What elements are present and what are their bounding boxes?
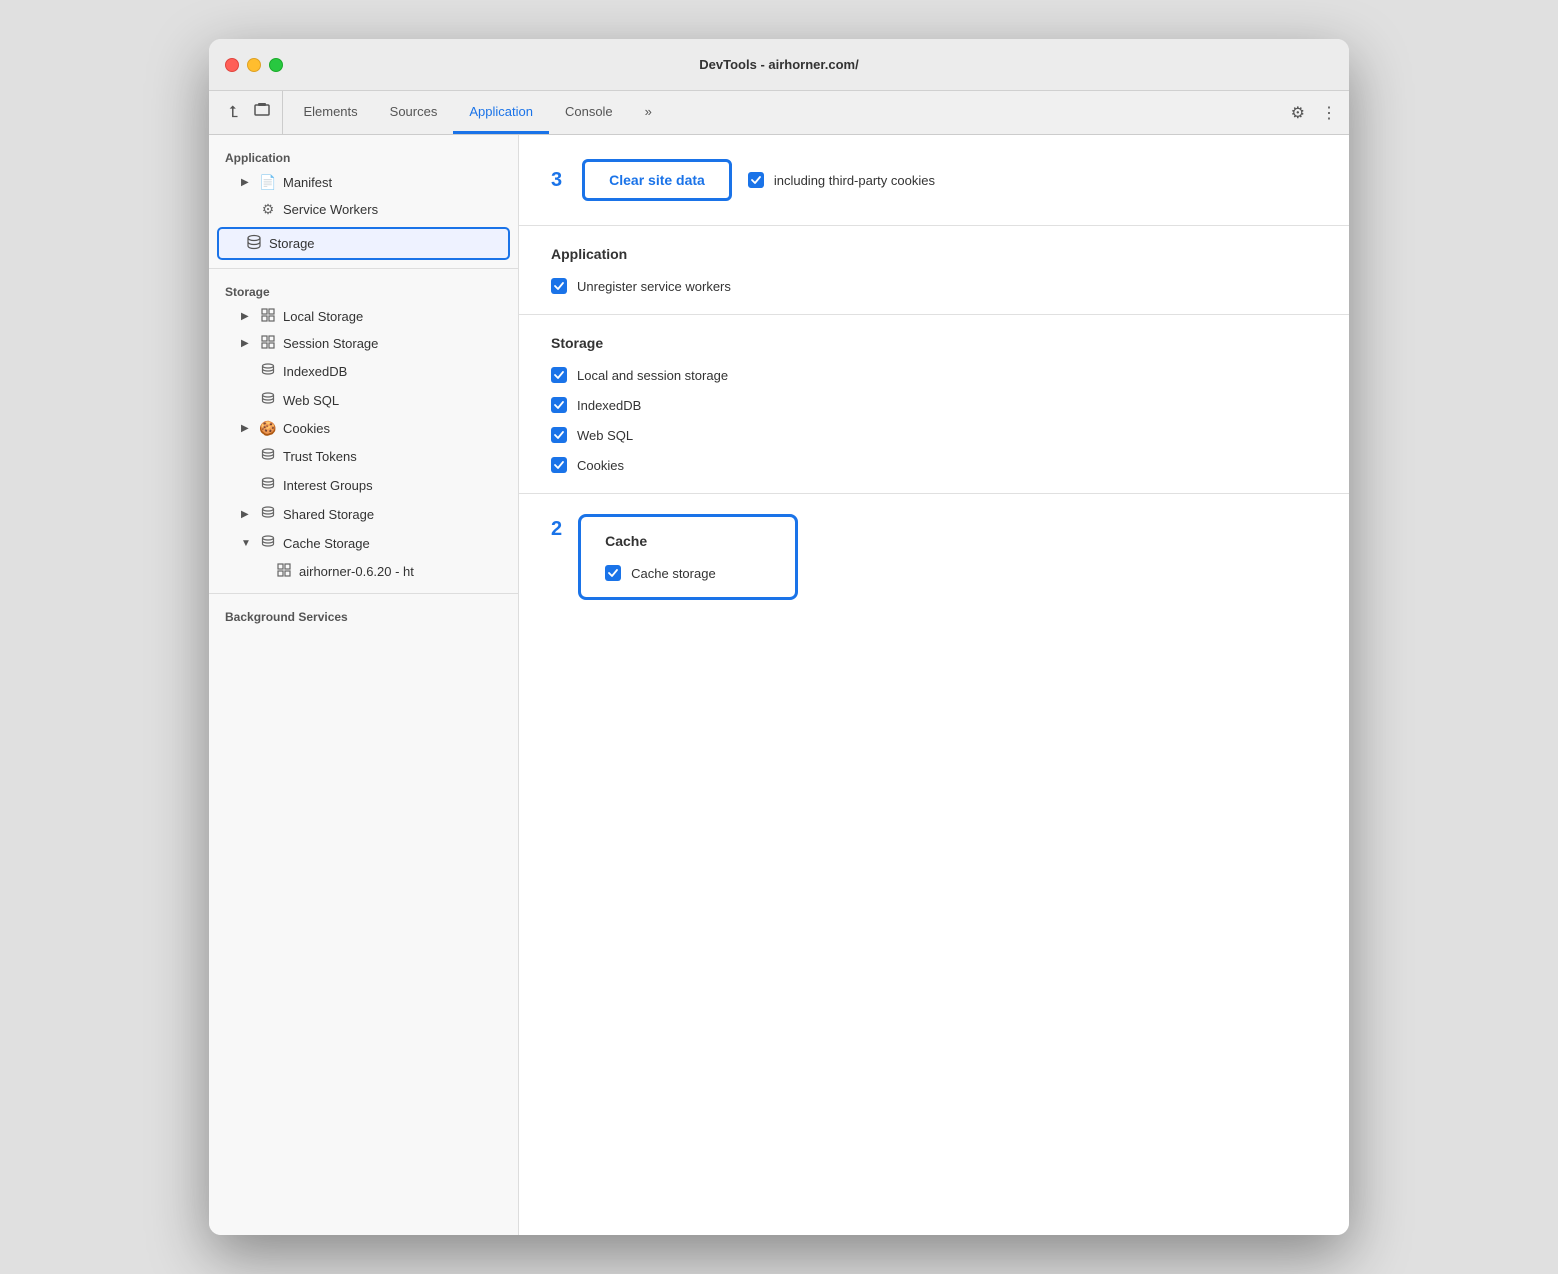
cursor-icon[interactable]: ⮤	[225, 100, 242, 126]
main-content: Application ▶ 📄 Manifest ⚙ Service Worke…	[209, 135, 1349, 1235]
tab-application[interactable]: Application	[453, 91, 549, 134]
clear-site-data-button[interactable]: Clear site data	[582, 159, 732, 201]
tab-elements[interactable]: Elements	[287, 91, 373, 134]
chevron-right-icon: ▶	[241, 423, 253, 434]
unregister-checkbox[interactable]	[551, 278, 567, 294]
database-icon	[259, 534, 277, 553]
local-session-storage-row: Local and session storage	[551, 367, 1317, 383]
third-party-label: including third-party cookies	[774, 173, 935, 188]
cache-storage-label: Cache storage	[631, 566, 716, 581]
indexeddb-row: IndexedDB	[551, 397, 1317, 413]
tab-bar: ⮤ Elements Sources Application Console »…	[209, 91, 1349, 135]
application-options: Unregister service workers	[551, 278, 1317, 294]
database-icon	[259, 362, 277, 381]
cache-storage-checkbox[interactable]	[605, 565, 621, 581]
sidebar-divider-1	[209, 268, 518, 269]
application-section-title: Application	[551, 246, 1317, 262]
traffic-lights	[225, 58, 283, 72]
cache-options: Cache storage	[605, 565, 771, 581]
grid-icon	[275, 563, 293, 580]
window-title: DevTools - airhorner.com/	[699, 57, 858, 72]
sidebar-item-local-storage[interactable]: ▶ Local Storage	[209, 303, 518, 330]
gear-icon: ⚙	[259, 201, 277, 218]
third-party-checkbox[interactable]	[748, 172, 764, 188]
unregister-service-workers-row: Unregister service workers	[551, 278, 1317, 294]
chevron-right-icon: ▶	[241, 311, 253, 322]
cookies-checkbox[interactable]	[551, 457, 567, 473]
cookie-icon: 🍪	[259, 420, 277, 437]
storage-options: Local and session storage IndexedDB Web …	[551, 367, 1317, 473]
more-icon[interactable]: ⋮	[1317, 99, 1341, 127]
cookies-label: Cookies	[577, 458, 624, 473]
sidebar-item-manifest[interactable]: ▶ 📄 Manifest	[209, 169, 518, 196]
sidebar: Application ▶ 📄 Manifest ⚙ Service Worke…	[209, 135, 519, 1235]
tab-more[interactable]: »	[629, 91, 668, 134]
web-sql-row: Web SQL	[551, 427, 1317, 443]
chevron-right-icon: ▶	[241, 509, 253, 520]
chevron-down-icon: ▼	[241, 538, 253, 549]
sidebar-section-application: Application	[209, 143, 518, 169]
database-icon	[259, 391, 277, 410]
unregister-label: Unregister service workers	[577, 279, 731, 294]
sidebar-item-service-workers[interactable]: ⚙ Service Workers	[209, 196, 518, 223]
sidebar-item-indexeddb[interactable]: IndexedDB	[209, 357, 518, 386]
cache-section-title: Cache	[605, 533, 771, 549]
frame-icon[interactable]	[250, 98, 274, 127]
database-icon	[259, 505, 277, 524]
storage-section-title: Storage	[551, 335, 1317, 351]
database-icon	[259, 476, 277, 495]
cache-section-highlight: Cache Cache storage	[578, 514, 798, 600]
sidebar-item-shared-storage[interactable]: ▶ Shared Storage	[209, 500, 518, 529]
storage-section: Storage Local and session storage Indexe…	[519, 315, 1349, 494]
sidebar-item-storage[interactable]: Storage	[219, 229, 508, 258]
cache-storage-row: Cache storage	[605, 565, 771, 581]
tab-console[interactable]: Console	[549, 91, 629, 134]
tab-bar-right: ⚙ ⋮	[1287, 91, 1341, 134]
clear-site-data-section: 3 Clear site data including third-party …	[519, 135, 1349, 226]
badge-2: 2	[551, 514, 562, 541]
settings-icon[interactable]: ⚙	[1287, 99, 1309, 127]
sidebar-section-storage: Storage	[209, 277, 518, 303]
sidebar-section-background: Background Services	[209, 602, 518, 628]
database-icon	[245, 234, 263, 253]
sidebar-item-cache-sub[interactable]: airhorner-0.6.20 - ht	[209, 558, 518, 585]
minimize-button[interactable]	[247, 58, 261, 72]
tab-bar-icons: ⮤	[217, 91, 283, 134]
indexeddb-label: IndexedDB	[577, 398, 641, 413]
cache-section-with-badge: 2 Cache Cache storage	[551, 514, 1317, 600]
content-panel: 3 Clear site data including third-party …	[519, 135, 1349, 1235]
maximize-button[interactable]	[269, 58, 283, 72]
cache-section-outer: 2 Cache Cache storage	[519, 494, 1349, 620]
sidebar-item-web-sql[interactable]: Web SQL	[209, 386, 518, 415]
local-session-checkbox[interactable]	[551, 367, 567, 383]
tab-sources[interactable]: Sources	[374, 91, 454, 134]
database-icon	[259, 447, 277, 466]
cookies-row: Cookies	[551, 457, 1317, 473]
badge-3: 3	[551, 169, 562, 192]
sidebar-item-trust-tokens[interactable]: Trust Tokens	[209, 442, 518, 471]
third-party-cookies-row: including third-party cookies	[748, 172, 935, 188]
sidebar-item-cache-storage[interactable]: ▼ Cache Storage	[209, 529, 518, 558]
sidebar-item-cookies[interactable]: ▶ 🍪 Cookies	[209, 415, 518, 442]
web-sql-checkbox[interactable]	[551, 427, 567, 443]
chevron-right-icon: ▶	[241, 338, 253, 349]
manifest-icon: 📄	[259, 174, 277, 191]
web-sql-label: Web SQL	[577, 428, 633, 443]
title-bar: DevTools - airhorner.com/	[209, 39, 1349, 91]
grid-icon	[259, 335, 277, 352]
sidebar-item-storage-highlighted[interactable]: Storage	[217, 227, 510, 260]
close-button[interactable]	[225, 58, 239, 72]
indexeddb-checkbox[interactable]	[551, 397, 567, 413]
devtools-window: DevTools - airhorner.com/ ⮤ Elements Sou…	[209, 39, 1349, 1235]
local-session-label: Local and session storage	[577, 368, 728, 383]
grid-icon	[259, 308, 277, 325]
chevron-right-icon: ▶	[241, 177, 253, 188]
sidebar-divider-2	[209, 593, 518, 594]
application-section: Application Unregister service workers	[519, 226, 1349, 315]
sidebar-item-session-storage[interactable]: ▶ Session Storage	[209, 330, 518, 357]
sidebar-item-interest-groups[interactable]: Interest Groups	[209, 471, 518, 500]
